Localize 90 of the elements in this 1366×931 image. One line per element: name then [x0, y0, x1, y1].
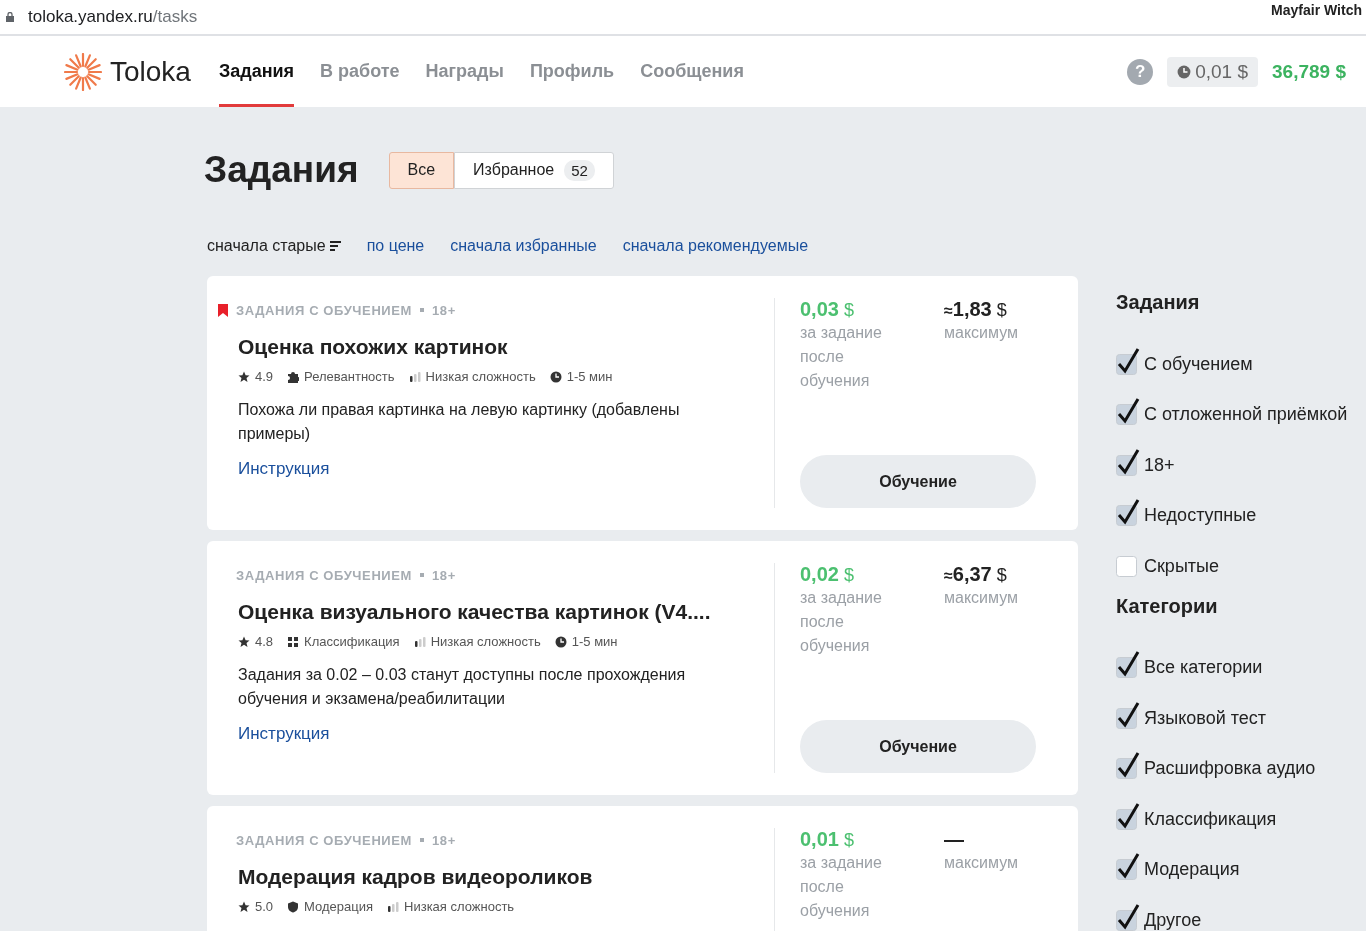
task-stat: Релевантность — [304, 369, 395, 384]
task-type-label: ЗАДАНИЯ С ОБУЧЕНИЕМ — [236, 567, 412, 583]
checkbox-label: Модерация — [1144, 859, 1240, 880]
checkbox[interactable] — [1116, 397, 1140, 425]
profile-name: Mayfair Witch — [1271, 1, 1362, 18]
checkbox[interactable] — [1116, 902, 1140, 931]
checkbox-label: Расшифровка аудио — [1144, 758, 1316, 779]
filter-heading: Задания — [1116, 291, 1201, 314]
task-stat: 1-5 мин — [571, 634, 618, 649]
task-stat: Классификация — [304, 634, 400, 649]
task-stat: 1-5 мин — [566, 369, 613, 384]
checkbox[interactable] — [1116, 650, 1140, 678]
price-note: за задание после обучения — [800, 588, 883, 656]
task-type-label: ЗАДАНИЯ С ОБУЧЕНИЕМ — [236, 832, 412, 848]
filter-tab[interactable]: Избранное 52 — [454, 151, 614, 189]
sort-option[interactable]: по цене — [366, 236, 425, 255]
task-stat: 5.0 — [255, 899, 274, 914]
filter-heading: Категории — [1116, 594, 1219, 618]
page-title: Задания — [204, 149, 359, 191]
shield-icon — [287, 900, 300, 913]
grid-icon — [287, 635, 300, 648]
star-icon — [238, 370, 250, 383]
task-price: 0,03 $ — [800, 298, 855, 321]
task-stat: Низкая сложность — [404, 899, 515, 914]
task-description: Задания за 0.02 – 0.03 станут доступны после прохождения обучения и экзамена/реабилитации — [238, 665, 687, 709]
star-icon — [238, 900, 250, 913]
checkbox[interactable] — [1116, 447, 1140, 476]
age-label: 18+ — [432, 832, 456, 848]
bookmark-icon[interactable] — [218, 303, 228, 317]
checkbox-label: Скрытые — [1144, 555, 1219, 577]
age-label: 18+ — [432, 567, 456, 583]
pending-balance[interactable]: 0,01 $ — [1167, 56, 1259, 87]
task-price: 0,02 $ — [800, 563, 855, 586]
difficulty-bars-icon — [413, 635, 426, 648]
instruction-link[interactable]: Инструкция — [238, 724, 330, 744]
clock-icon — [554, 635, 567, 648]
checkbox[interactable] — [1116, 751, 1140, 779]
task-type-label: ЗАДАНИЯ С ОБУЧЕНИЕМ — [236, 302, 412, 318]
max-note: максимум — [944, 588, 1019, 608]
sort-icon — [329, 240, 341, 251]
clock-icon — [549, 370, 562, 383]
checkbox-label: 18+ — [1144, 454, 1175, 476]
difficulty-bars-icon — [387, 900, 400, 913]
max-reward: ≈1,83 $ — [944, 298, 1008, 321]
max-reward: — — [944, 828, 965, 851]
difficulty-bars-icon — [408, 370, 421, 383]
checkbox-label: С обучением — [1144, 353, 1253, 375]
checkbox-label: Все категории — [1144, 657, 1263, 678]
max-note: максимум — [944, 853, 1019, 873]
checkbox-label: Языковой тест — [1144, 707, 1266, 729]
logo-text: Toloka — [110, 55, 191, 88]
sun-logo-icon — [64, 52, 102, 91]
task-stat: 4.8 — [255, 634, 274, 649]
checkbox[interactable] — [1116, 700, 1140, 729]
max-reward: ≈6,37 $ — [944, 563, 1008, 586]
checkbox-label: С отложенной приёмкой — [1144, 404, 1348, 425]
task-stat: Модерация — [304, 899, 374, 914]
task-price: 0,01 $ — [800, 828, 855, 851]
checkbox[interactable] — [1116, 346, 1140, 375]
price-note: за задание после обучения — [800, 853, 883, 921]
task-title: Модерация кадров видеороликов — [238, 865, 594, 889]
price-note: за задание после обучения — [800, 323, 883, 391]
age-label: 18+ — [432, 302, 456, 318]
sort-option[interactable]: сначала рекомендуемые — [622, 236, 809, 255]
task-title: Оценка похожих картинок — [238, 335, 509, 359]
task-stat: Низкая сложность — [430, 634, 541, 649]
filter-tab[interactable]: Все — [388, 151, 455, 189]
url-text[interactable]: toloka.yandex.ru/tasks — [28, 7, 198, 27]
balance-amount: 36,789 $ — [1272, 60, 1346, 83]
checkbox[interactable] — [1116, 852, 1140, 880]
star-icon — [238, 635, 250, 648]
task-stat: 4.9 — [255, 369, 274, 384]
clock-icon — [1177, 64, 1192, 79]
lock-icon — [6, 12, 14, 22]
task-title: Оценка визуального качества картинок (V4.... — [238, 600, 712, 624]
checkbox[interactable] — [1116, 801, 1140, 830]
task-description: Похожа ли правая картинка на левую картинку (добавлены примеры) — [238, 400, 681, 444]
checkbox-label: Классификация — [1144, 808, 1277, 830]
max-note: максимум — [944, 323, 1019, 343]
sort-option[interactable]: сначала избранные — [450, 236, 597, 255]
sort-option[interactable]: сначала старые — [207, 236, 341, 255]
training-button[interactable]: Обучение — [800, 455, 1036, 508]
training-button[interactable]: Обучение — [800, 720, 1036, 773]
instruction-link[interactable]: Инструкция — [238, 459, 330, 479]
puzzle-icon — [287, 370, 300, 383]
checkbox-label: Другое — [1144, 909, 1202, 931]
checkbox[interactable] — [1116, 498, 1140, 526]
checkbox-label: Недоступные — [1144, 505, 1257, 526]
nav-tab[interactable]: Задания — [218, 36, 295, 107]
task-stat: Низкая сложность — [425, 369, 536, 384]
